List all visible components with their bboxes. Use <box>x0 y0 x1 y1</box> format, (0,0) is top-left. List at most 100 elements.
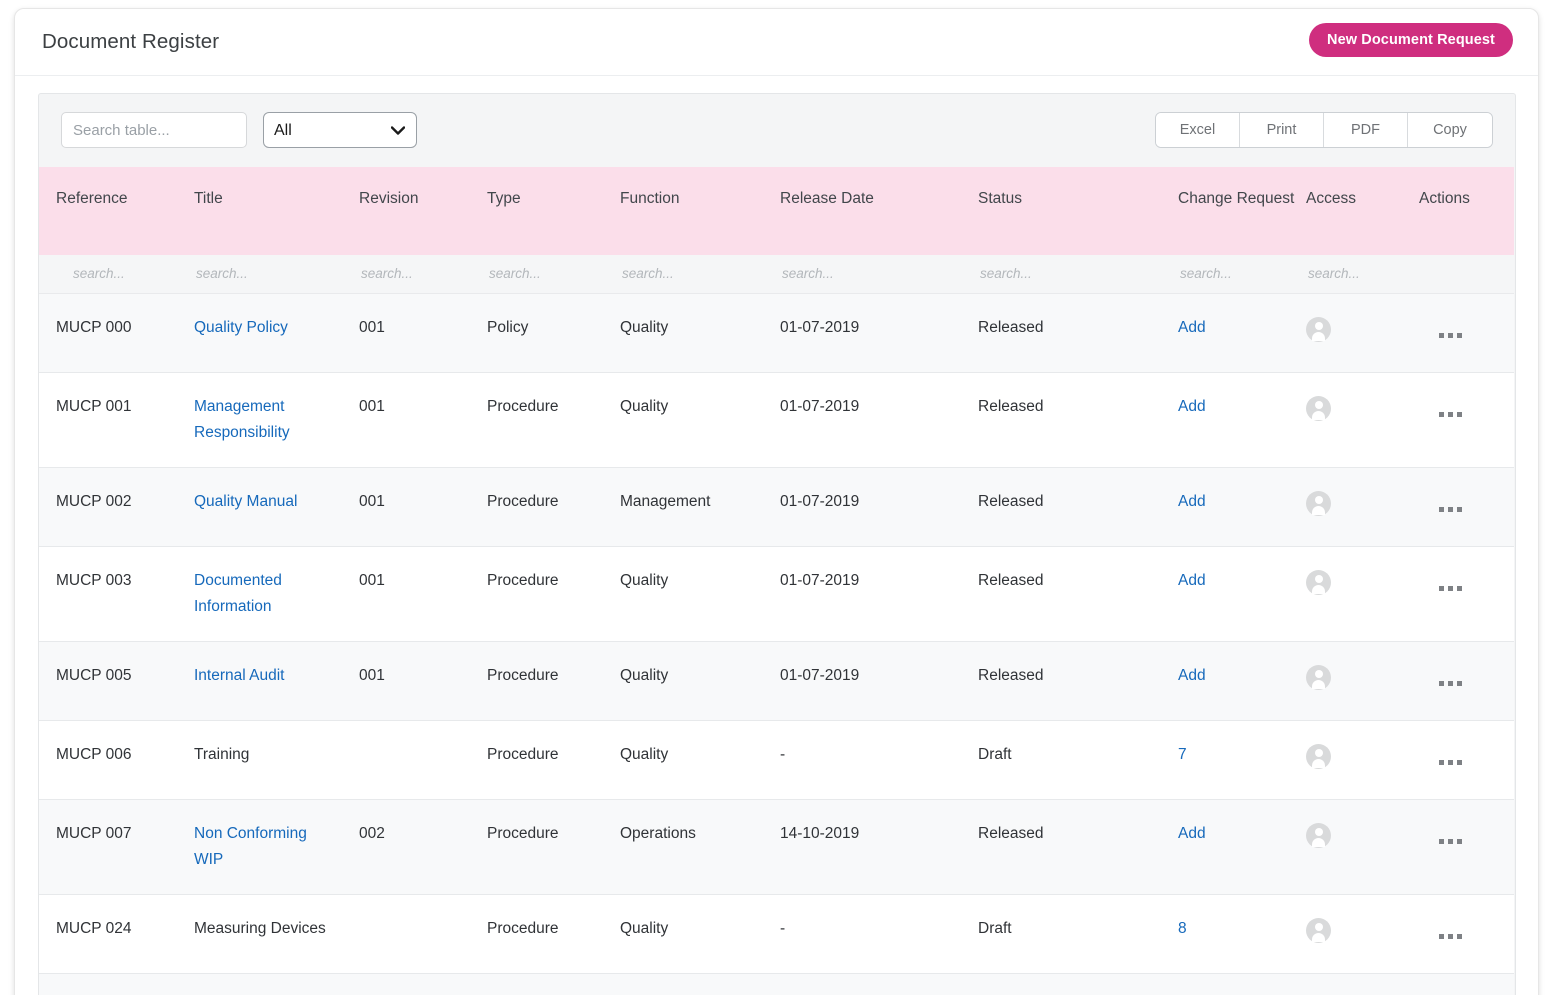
user-avatar-icon[interactable] <box>1306 664 1331 690</box>
ellipsis-icon[interactable] <box>1439 669 1466 695</box>
filter-cell-title <box>194 255 359 294</box>
table-row: MUCP 002 Quality Manual 001 Procedure Manage… <box>39 467 1514 547</box>
cell-title: Management Responsibility <box>194 372 359 468</box>
filter-cell-status <box>978 255 1178 294</box>
change-request-link[interactable]: Add <box>1178 398 1206 415</box>
table-row: MUCP 003 Documented Information 001 Procedu… <box>39 546 1514 642</box>
column-header-revision[interactable]: Revision <box>359 167 487 255</box>
user-avatar-icon[interactable] <box>1306 316 1331 342</box>
column-header-release-date[interactable]: Release Date <box>780 167 978 255</box>
document-register-table: Reference Title Revision Type Function R… <box>39 167 1514 995</box>
cell-function: Quality <box>620 973 780 995</box>
cell-actions <box>1419 372 1514 468</box>
document-register-card: Document Register New Document Request A… <box>14 8 1539 995</box>
export-print-button[interactable]: Print <box>1240 113 1324 147</box>
filter-input-revision[interactable] <box>359 255 487 291</box>
column-header-function[interactable]: Function <box>620 167 780 255</box>
cell-title: Training <box>194 720 359 800</box>
cell-change-request: Add <box>1178 546 1306 642</box>
column-header-actions[interactable]: Actions <box>1419 167 1514 255</box>
user-avatar-icon[interactable] <box>1306 395 1331 421</box>
cell-access <box>1306 467 1419 547</box>
title-link[interactable]: Quality Policy <box>194 319 288 336</box>
title-link[interactable]: Documented Information <box>194 572 282 615</box>
cell-access <box>1306 973 1419 995</box>
cell-revision: 001 <box>359 467 487 547</box>
table-header-row: Reference Title Revision Type Function R… <box>39 167 1514 255</box>
filter-input-function[interactable] <box>620 255 780 291</box>
card-header: Document Register New Document Request <box>15 9 1538 76</box>
cell-reference: MUCP 024 <box>39 894 194 974</box>
change-request-link[interactable]: Add <box>1178 572 1206 589</box>
cell-actions <box>1419 467 1514 547</box>
cell-change-request: Add <box>1178 293 1306 373</box>
filter-input-change-request[interactable] <box>1178 255 1306 291</box>
cell-actions <box>1419 799 1514 895</box>
cell-function: Quality <box>620 641 780 721</box>
cell-change-request: Add <box>1178 799 1306 895</box>
cell-change-request: Add <box>1178 641 1306 721</box>
ellipsis-icon[interactable] <box>1439 922 1466 948</box>
cell-type: Procedure <box>487 546 620 642</box>
column-header-change-request[interactable]: Change Request <box>1178 167 1306 255</box>
cell-type: Procedure <box>487 641 620 721</box>
filter-input-status[interactable] <box>978 255 1178 291</box>
ellipsis-icon[interactable] <box>1439 321 1466 347</box>
title-link[interactable]: Quality Manual <box>194 493 297 510</box>
filter-input-reference[interactable] <box>56 255 194 291</box>
search-input[interactable] <box>61 112 247 148</box>
cell-release-date: 01-07-2019 <box>780 641 978 721</box>
cell-function: Quality <box>620 293 780 373</box>
export-pdf-button[interactable]: PDF <box>1324 113 1408 147</box>
cell-access <box>1306 720 1419 800</box>
ellipsis-icon[interactable] <box>1439 495 1466 521</box>
cell-title: Internal Audit <box>194 641 359 721</box>
cell-reference: MUCP 006 <box>39 720 194 800</box>
column-header-status[interactable]: Status <box>978 167 1178 255</box>
ellipsis-icon[interactable] <box>1439 400 1466 426</box>
filter-cell-function <box>620 255 780 294</box>
cell-status: Released <box>978 467 1178 547</box>
user-avatar-icon[interactable] <box>1306 822 1331 848</box>
change-request-link[interactable]: 7 <box>1178 746 1187 763</box>
export-button-group: Excel Print PDF Copy <box>1155 112 1493 148</box>
column-header-access[interactable]: Access <box>1306 167 1419 255</box>
title-link[interactable]: Non Conforming WIP <box>194 825 307 868</box>
user-avatar-icon[interactable] <box>1306 917 1331 943</box>
user-avatar-icon[interactable] <box>1306 490 1331 516</box>
change-request-link[interactable]: Add <box>1178 667 1206 684</box>
change-request-link[interactable]: 8 <box>1178 920 1187 937</box>
ellipsis-icon[interactable] <box>1439 748 1466 774</box>
cell-release-date: - <box>780 894 978 974</box>
title-link[interactable]: Internal Audit <box>194 667 284 684</box>
cell-type: Procedure <box>487 799 620 895</box>
cell-function: Quality <box>620 546 780 642</box>
filter-cell-revision <box>359 255 487 294</box>
cell-function: Quality <box>620 372 780 468</box>
column-header-reference[interactable]: Reference <box>39 167 194 255</box>
filter-input-access[interactable] <box>1306 255 1419 291</box>
filter-input-type[interactable] <box>487 255 620 291</box>
column-header-type[interactable]: Type <box>487 167 620 255</box>
export-excel-button[interactable]: Excel <box>1156 113 1240 147</box>
new-document-request-button[interactable]: New Document Request <box>1309 23 1513 57</box>
user-avatar-icon[interactable] <box>1306 743 1331 769</box>
filter-input-release-date[interactable] <box>780 255 978 291</box>
filter-select[interactable]: All <box>263 112 417 148</box>
change-request-link[interactable]: Add <box>1178 825 1206 842</box>
column-header-title[interactable]: Title <box>194 167 359 255</box>
title-link[interactable]: Management Responsibility <box>194 398 290 441</box>
user-avatar-icon[interactable] <box>1306 569 1331 595</box>
cell-change-request: Add <box>1178 467 1306 547</box>
cell-reference: MUCP 007 <box>39 799 194 895</box>
change-request-link[interactable]: Add <box>1178 493 1206 510</box>
ellipsis-icon[interactable] <box>1439 827 1466 853</box>
cell-type: Procedure <box>487 720 620 800</box>
export-copy-button[interactable]: Copy <box>1408 113 1492 147</box>
cell-reference: MUCP 002 <box>39 467 194 547</box>
cell-actions <box>1419 641 1514 721</box>
ellipsis-icon[interactable] <box>1439 574 1466 600</box>
filter-input-title[interactable] <box>194 255 359 291</box>
table-row: MUCP 000 Quality Policy 001 Policy Quality 01… <box>39 293 1514 373</box>
change-request-link[interactable]: Add <box>1178 319 1206 336</box>
